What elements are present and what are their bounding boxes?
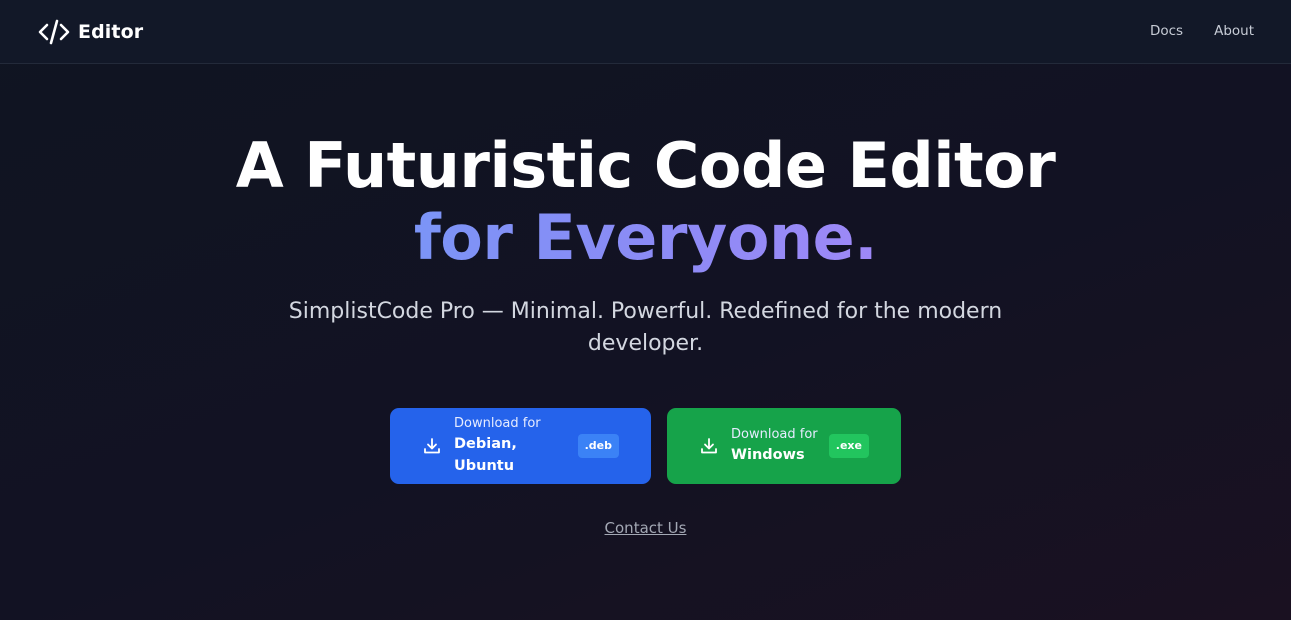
contact-us-link[interactable]: Contact Us — [605, 519, 687, 537]
nav-link-about[interactable]: About — [1214, 23, 1254, 39]
download-exe-button[interactable]: Download for Windows .exe — [667, 408, 901, 484]
exe-badge: .exe — [828, 434, 869, 458]
hero-subtitle: SimplistCode Pro — Minimal. Powerful. Re… — [288, 299, 1003, 356]
nav-link-docs[interactable]: Docs — [1150, 23, 1183, 39]
download-exe-text: Download for Windows — [731, 426, 818, 466]
deb-badge: .deb — [577, 434, 619, 458]
download-deb-button[interactable]: Download for Debian, Ubuntu .deb — [390, 408, 651, 484]
download-icon — [424, 438, 440, 454]
hero-section: A Futuristic Code Editor for Everyone. S… — [0, 130, 1291, 360]
download-exe-label-small: Download for — [731, 427, 818, 442]
hero-title-line2: for Everyone. — [0, 202, 1291, 274]
download-buttons: Download for Debian, Ubuntu .deb Downloa… — [0, 408, 1291, 484]
brand-name: Editor — [78, 21, 144, 43]
navbar: Editor Docs About — [0, 0, 1291, 64]
download-deb-text: Download for Debian, Ubuntu — [454, 415, 578, 477]
download-icon — [701, 438, 717, 454]
hero-title-line1: A Futuristic Code Editor — [235, 129, 1056, 202]
contact-section: Contact Us — [0, 518, 1291, 537]
brand-logo-link[interactable]: Editor — [38, 19, 143, 45]
download-deb-label-big: Debian, Ubuntu — [454, 436, 517, 474]
download-exe-label-big: Windows — [731, 447, 805, 463]
download-deb-label-small: Download for — [454, 416, 541, 431]
code-icon — [38, 19, 70, 45]
hero-title: A Futuristic Code Editor for Everyone. — [0, 130, 1291, 274]
nav-links: Docs About — [1150, 23, 1254, 39]
